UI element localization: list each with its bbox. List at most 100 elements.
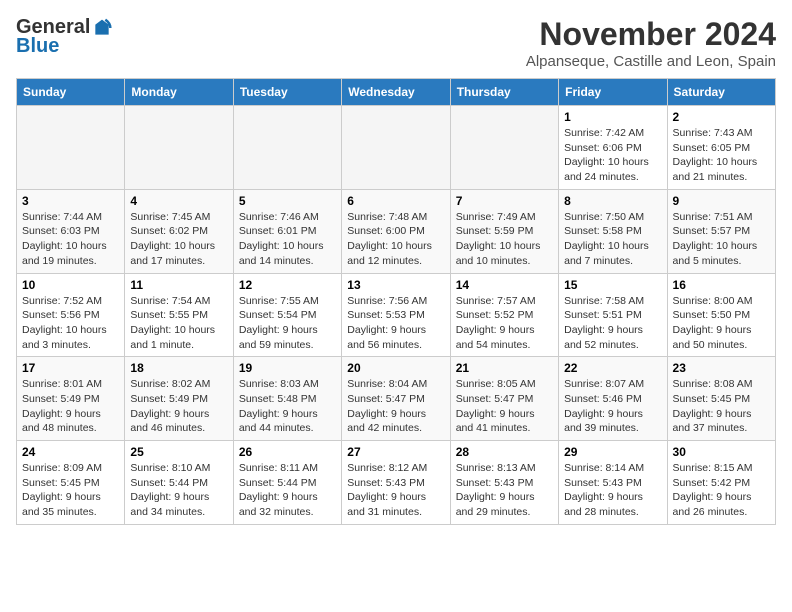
day-number: 19 <box>239 361 336 375</box>
day-number: 11 <box>130 278 227 292</box>
day-info: Sunrise: 8:04 AM Sunset: 5:47 PM Dayligh… <box>347 377 444 436</box>
calendar-day-cell: 11 Sunrise: 7:54 AM Sunset: 5:55 PM Dayli… <box>125 273 233 357</box>
calendar-day-cell <box>17 106 125 190</box>
calendar-week-row: 3 Sunrise: 7:44 AM Sunset: 6:03 PM Daylig… <box>17 189 776 273</box>
day-info: Sunrise: 8:07 AM Sunset: 5:46 PM Dayligh… <box>564 377 661 436</box>
day-number: 14 <box>456 278 553 292</box>
day-info: Sunrise: 7:54 AM Sunset: 5:55 PM Dayligh… <box>130 294 227 353</box>
month-title: November 2024 <box>526 16 776 53</box>
day-info: Sunrise: 7:46 AM Sunset: 6:01 PM Dayligh… <box>239 210 336 269</box>
day-info: Sunrise: 8:13 AM Sunset: 5:43 PM Dayligh… <box>456 461 553 520</box>
day-number: 8 <box>564 194 661 208</box>
calendar-day-cell: 14 Sunrise: 7:57 AM Sunset: 5:52 PM Dayli… <box>450 273 558 357</box>
calendar-day-cell: 9 Sunrise: 7:51 AM Sunset: 5:57 PM Daylig… <box>667 189 775 273</box>
logo-icon <box>92 18 112 38</box>
calendar-week-row: 24 Sunrise: 8:09 AM Sunset: 5:45 PM Dayli… <box>17 441 776 525</box>
calendar-day-cell: 26 Sunrise: 8:11 AM Sunset: 5:44 PM Dayli… <box>233 441 341 525</box>
calendar-week-row: 17 Sunrise: 8:01 AM Sunset: 5:49 PM Dayli… <box>17 357 776 441</box>
day-number: 2 <box>673 110 770 124</box>
calendar-day-cell <box>233 106 341 190</box>
calendar-day-cell: 3 Sunrise: 7:44 AM Sunset: 6:03 PM Daylig… <box>17 189 125 273</box>
day-info: Sunrise: 8:09 AM Sunset: 5:45 PM Dayligh… <box>22 461 119 520</box>
day-info: Sunrise: 7:57 AM Sunset: 5:52 PM Dayligh… <box>456 294 553 353</box>
day-number: 26 <box>239 445 336 459</box>
calendar-header-row: SundayMondayTuesdayWednesdayThursdayFrid… <box>17 79 776 106</box>
calendar-day-cell: 12 Sunrise: 7:55 AM Sunset: 5:54 PM Dayli… <box>233 273 341 357</box>
calendar-day-cell: 6Sunrise: 7:48 AM Sunset: 6:00 PM Daylig… <box>342 189 450 273</box>
day-number: 7 <box>456 194 553 208</box>
title-block: November 2024 Alpanseque, Castille and L… <box>526 16 776 70</box>
calendar-day-cell: 29Sunrise: 8:14 AM Sunset: 5:43 PM Dayli… <box>559 441 667 525</box>
day-info: Sunrise: 8:02 AM Sunset: 5:49 PM Dayligh… <box>130 377 227 436</box>
day-info: Sunrise: 7:43 AM Sunset: 6:05 PM Dayligh… <box>673 126 770 185</box>
day-info: Sunrise: 7:56 AM Sunset: 5:53 PM Dayligh… <box>347 294 444 353</box>
day-info: Sunrise: 7:45 AM Sunset: 6:02 PM Dayligh… <box>130 210 227 269</box>
calendar-header-tuesday: Tuesday <box>233 79 341 106</box>
calendar-day-cell: 13 Sunrise: 7:56 AM Sunset: 5:53 PM Dayli… <box>342 273 450 357</box>
calendar: SundayMondayTuesdayWednesdayThursdayFrid… <box>16 78 776 525</box>
day-number: 13 <box>347 278 444 292</box>
location-subtitle: Alpanseque, Castille and Leon, Spain <box>526 53 776 70</box>
calendar-day-cell: 25Sunrise: 8:10 AM Sunset: 5:44 PM Dayli… <box>125 441 233 525</box>
day-number: 17 <box>22 361 119 375</box>
day-info: Sunrise: 7:55 AM Sunset: 5:54 PM Dayligh… <box>239 294 336 353</box>
calendar-day-cell: 2 Sunrise: 7:43 AM Sunset: 6:05 PM Daylig… <box>667 106 775 190</box>
day-info: Sunrise: 8:00 AM Sunset: 5:50 PM Dayligh… <box>673 294 770 353</box>
day-info: Sunrise: 7:52 AM Sunset: 5:56 PM Dayligh… <box>22 294 119 353</box>
calendar-day-cell: 5 Sunrise: 7:46 AM Sunset: 6:01 PM Daylig… <box>233 189 341 273</box>
day-number: 12 <box>239 278 336 292</box>
day-number: 24 <box>22 445 119 459</box>
day-number: 18 <box>130 361 227 375</box>
day-info: Sunrise: 8:03 AM Sunset: 5:48 PM Dayligh… <box>239 377 336 436</box>
calendar-day-cell: 28 Sunrise: 8:13 AM Sunset: 5:43 PM Dayli… <box>450 441 558 525</box>
day-info: Sunrise: 8:01 AM Sunset: 5:49 PM Dayligh… <box>22 377 119 436</box>
day-number: 28 <box>456 445 553 459</box>
calendar-day-cell: 15Sunrise: 7:58 AM Sunset: 5:51 PM Dayli… <box>559 273 667 357</box>
logo: General Blue <box>16 16 112 58</box>
calendar-day-cell <box>342 106 450 190</box>
day-number: 23 <box>673 361 770 375</box>
page-header: General Blue November 2024 Alpanseque, C… <box>16 16 776 70</box>
day-number: 16 <box>673 278 770 292</box>
day-info: Sunrise: 8:08 AM Sunset: 5:45 PM Dayligh… <box>673 377 770 436</box>
calendar-day-cell: 21 Sunrise: 8:05 AM Sunset: 5:47 PM Dayli… <box>450 357 558 441</box>
day-number: 4 <box>130 194 227 208</box>
day-number: 10 <box>22 278 119 292</box>
day-info: Sunrise: 7:51 AM Sunset: 5:57 PM Dayligh… <box>673 210 770 269</box>
calendar-day-cell: 10 Sunrise: 7:52 AM Sunset: 5:56 PM Dayli… <box>17 273 125 357</box>
calendar-header-saturday: Saturday <box>667 79 775 106</box>
calendar-day-cell: 17 Sunrise: 8:01 AM Sunset: 5:49 PM Dayli… <box>17 357 125 441</box>
calendar-day-cell <box>450 106 558 190</box>
calendar-day-cell: 20 Sunrise: 8:04 AM Sunset: 5:47 PM Dayli… <box>342 357 450 441</box>
calendar-day-cell: 27 Sunrise: 8:12 AM Sunset: 5:43 PM Dayli… <box>342 441 450 525</box>
calendar-day-cell: 22 Sunrise: 8:07 AM Sunset: 5:46 PM Dayli… <box>559 357 667 441</box>
day-number: 21 <box>456 361 553 375</box>
day-number: 27 <box>347 445 444 459</box>
day-number: 29 <box>564 445 661 459</box>
day-number: 1 <box>564 110 661 124</box>
calendar-week-row: 1Sunrise: 7:42 AM Sunset: 6:06 PM Daylig… <box>17 106 776 190</box>
calendar-day-cell: 19 Sunrise: 8:03 AM Sunset: 5:48 PM Dayli… <box>233 357 341 441</box>
day-number: 20 <box>347 361 444 375</box>
calendar-day-cell: 7 Sunrise: 7:49 AM Sunset: 5:59 PM Daylig… <box>450 189 558 273</box>
day-number: 3 <box>22 194 119 208</box>
day-info: Sunrise: 7:44 AM Sunset: 6:03 PM Dayligh… <box>22 210 119 269</box>
day-info: Sunrise: 7:50 AM Sunset: 5:58 PM Dayligh… <box>564 210 661 269</box>
calendar-day-cell: 30 Sunrise: 8:15 AM Sunset: 5:42 PM Dayli… <box>667 441 775 525</box>
calendar-day-cell: 23 Sunrise: 8:08 AM Sunset: 5:45 PM Dayli… <box>667 357 775 441</box>
calendar-day-cell <box>125 106 233 190</box>
day-info: Sunrise: 8:11 AM Sunset: 5:44 PM Dayligh… <box>239 461 336 520</box>
day-info: Sunrise: 8:05 AM Sunset: 5:47 PM Dayligh… <box>456 377 553 436</box>
day-info: Sunrise: 8:15 AM Sunset: 5:42 PM Dayligh… <box>673 461 770 520</box>
day-info: Sunrise: 8:12 AM Sunset: 5:43 PM Dayligh… <box>347 461 444 520</box>
day-number: 30 <box>673 445 770 459</box>
day-number: 22 <box>564 361 661 375</box>
day-info: Sunrise: 7:49 AM Sunset: 5:59 PM Dayligh… <box>456 210 553 269</box>
calendar-header-wednesday: Wednesday <box>342 79 450 106</box>
logo-blue: Blue <box>16 35 59 58</box>
calendar-day-cell: 4 Sunrise: 7:45 AM Sunset: 6:02 PM Daylig… <box>125 189 233 273</box>
calendar-day-cell: 18 Sunrise: 8:02 AM Sunset: 5:49 PM Dayli… <box>125 357 233 441</box>
day-number: 9 <box>673 194 770 208</box>
calendar-day-cell: 16 Sunrise: 8:00 AM Sunset: 5:50 PM Dayli… <box>667 273 775 357</box>
day-number: 5 <box>239 194 336 208</box>
